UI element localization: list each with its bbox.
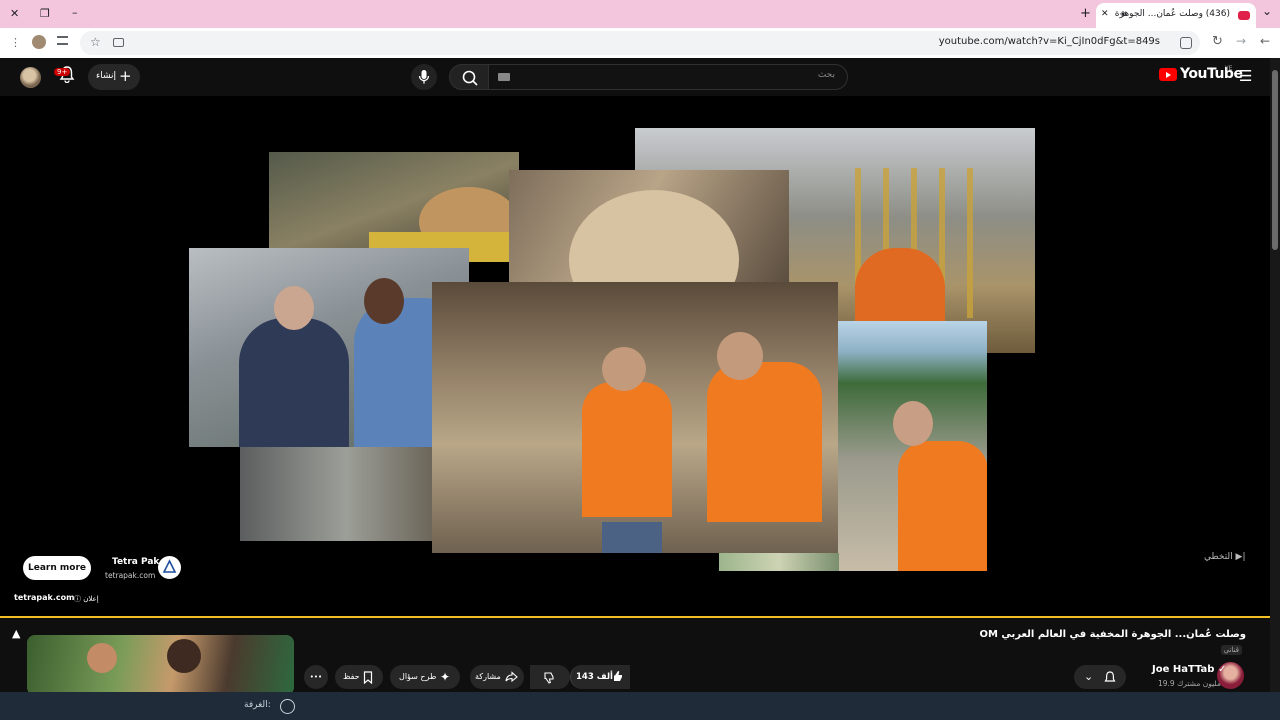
active-tab[interactable]: (436) وصلت عُمان... الجوهرة ◈ ✕	[1096, 3, 1256, 28]
skip-ad-button[interactable]: التخطي ▶|	[1204, 552, 1245, 562]
guide-menu-icon[interactable]: ☰	[1239, 67, 1252, 85]
more-actions-button[interactable]: •••	[304, 665, 328, 689]
video-player[interactable]	[0, 96, 1270, 618]
create-label: إنشاء	[96, 71, 117, 81]
save-button[interactable]: حفظ	[335, 665, 383, 689]
chevron-down-icon: ⌄	[1084, 670, 1094, 683]
restore-window-icon[interactable]: ❐	[40, 7, 50, 20]
subscriber-count: 19.9 مليون مشترك	[1158, 679, 1221, 688]
video-title: وصلت عُمان... الجوهرة المخفية في العالم …	[979, 629, 1246, 640]
tab-dropdown-icon[interactable]: ⌄	[1262, 4, 1272, 18]
companion-ad-thumbnail[interactable]	[27, 635, 294, 695]
keyboard-icon[interactable]	[498, 73, 510, 81]
profile-avatar-icon[interactable]	[32, 35, 46, 49]
bell-icon	[1104, 671, 1116, 682]
tetra-pak-logo-icon[interactable]	[158, 556, 181, 579]
back-icon[interactable]: ←	[1260, 34, 1270, 48]
youtube-logo-text[interactable]: YouTube	[1180, 66, 1243, 82]
youtube-header: + إنشاء بحث YouTube YE ☰	[0, 58, 1280, 96]
youtube-logo-icon[interactable]	[1159, 68, 1177, 81]
search-input[interactable]: بحث	[488, 64, 848, 90]
reading-list-icon[interactable]	[57, 36, 68, 45]
ad-photo-recycling-worker	[838, 321, 987, 571]
scrollbar-thumb[interactable]	[1272, 70, 1278, 250]
tab-title: (436) وصلت عُمان... الجوهرة	[1114, 9, 1230, 19]
ad-photo-strip	[719, 553, 839, 571]
forward-icon[interactable]: →	[1236, 34, 1246, 48]
tab-close-icon[interactable]: ✕	[1101, 9, 1109, 19]
advertiser-name[interactable]: Tetra Pak	[112, 557, 159, 567]
bookmark-icon	[363, 671, 373, 684]
dislike-button[interactable]	[530, 665, 570, 689]
tab-audio-icon: ◈	[1120, 9, 1127, 18]
ad-label[interactable]: ⓘ إعلان	[74, 594, 99, 604]
voice-search-icon[interactable]	[411, 64, 437, 90]
install-app-icon[interactable]	[113, 38, 124, 47]
sparkle-icon: ✦	[440, 670, 451, 684]
tab-strip: ✕ ❐ – + (436) وصلت عُمان... الجوهرة ◈ ✕ …	[0, 0, 1280, 28]
channel-name[interactable]: Joe HaTTab ✓	[1152, 664, 1226, 675]
account-avatar[interactable]	[20, 67, 41, 88]
close-window-icon[interactable]: ✕	[10, 7, 19, 20]
browser-toolbar: ⋮ ☆ youtube.com/watch?v=Ki_CjIn0dFg&t=84…	[0, 28, 1280, 58]
ask-button[interactable]: طرح سؤال ✦	[390, 665, 460, 689]
notification-count-badge: 9+	[54, 68, 71, 76]
save-label: حفظ	[343, 672, 360, 681]
ad-display-domain[interactable]: tetrapak.com	[14, 593, 74, 602]
ad-photo-paper-machine	[269, 152, 519, 262]
plus-icon: +	[119, 67, 132, 85]
browser-menu-icon[interactable]: ⋮	[10, 36, 21, 49]
like-count: 143 ألف	[576, 672, 613, 682]
search-button[interactable]	[449, 64, 489, 90]
bookmark-star-icon[interactable]: ☆	[90, 35, 101, 49]
create-button[interactable]: + إنشاء	[88, 64, 140, 90]
ad-photo-paper-roll	[509, 170, 789, 282]
ask-label: طرح سؤال	[399, 672, 437, 681]
youtube-favicon-icon	[1238, 11, 1250, 20]
site-settings-icon[interactable]	[1180, 37, 1192, 49]
address-bar[interactable]: ☆ youtube.com/watch?v=Ki_CjIn0dFg&t=849s	[80, 31, 1200, 55]
ad-photo-workers-hivis	[432, 282, 838, 553]
search-placeholder: بحث	[817, 70, 835, 80]
ad-photo-two-men-tablet	[189, 248, 469, 447]
thumbs-down-icon	[544, 672, 554, 684]
ad-photo-compressed-cartons	[240, 447, 432, 541]
bottom-status-bar	[0, 692, 1280, 720]
mouse-cursor-icon: ▲	[12, 627, 21, 640]
thumbs-up-icon	[614, 671, 622, 681]
advertiser-domain[interactable]: tetrapak.com	[105, 571, 155, 580]
share-button[interactable]: مشاركة	[470, 665, 524, 689]
share-label: مشاركة	[475, 672, 501, 681]
channel-badge: قناتي	[1220, 645, 1242, 655]
region-code: YE	[1225, 65, 1233, 72]
subscribe-notifications-button[interactable]: ⌄	[1074, 665, 1126, 689]
minimize-window-icon[interactable]: –	[72, 6, 78, 19]
reload-icon[interactable]: ↻	[1212, 34, 1223, 49]
url-text: youtube.com/watch?v=Ki_CjIn0dFg&t=849s	[938, 36, 1160, 47]
like-button[interactable]: 143 ألف	[570, 665, 630, 689]
learn-more-button[interactable]: Learn more	[23, 556, 91, 580]
new-tab-icon[interactable]: +	[1080, 6, 1091, 21]
room-icon[interactable]	[280, 699, 295, 714]
room-label: الغرفة:	[244, 700, 271, 710]
share-icon	[505, 671, 518, 683]
